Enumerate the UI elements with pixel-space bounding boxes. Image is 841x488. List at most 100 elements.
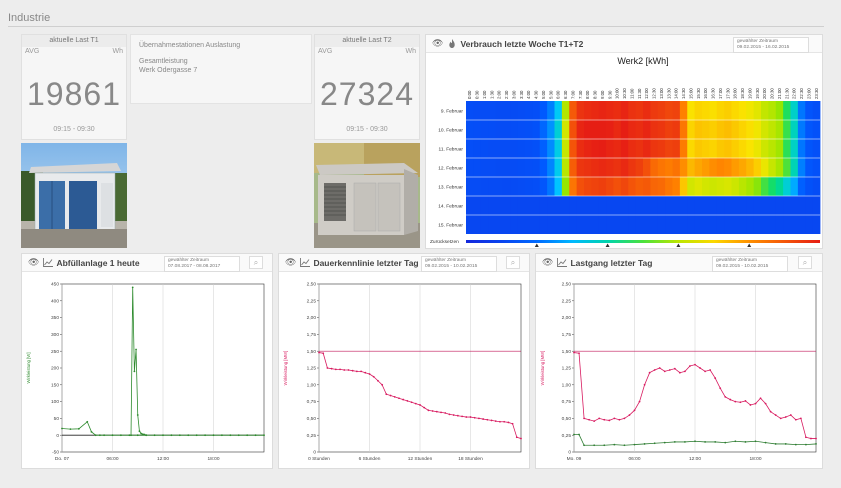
heatmap-cell — [532, 139, 541, 158]
heatmap-cell — [650, 158, 659, 177]
heatmap-cell — [606, 177, 614, 196]
data-point — [389, 394, 392, 397]
data-point — [734, 400, 737, 403]
data-point — [613, 443, 616, 446]
heatmap-cell — [643, 120, 651, 139]
heatmap-cell — [569, 101, 578, 120]
heatmap-cell — [694, 215, 703, 234]
heatmap-cell — [790, 196, 799, 215]
heatmap-cell — [679, 158, 688, 177]
heatmap-cell — [694, 177, 703, 196]
data-point — [368, 373, 371, 375]
heatmap-cell — [569, 120, 578, 139]
heatmap-cell — [502, 177, 511, 196]
data-point — [98, 434, 101, 437]
heatmap-cell — [805, 101, 814, 120]
heatmap-cell — [598, 215, 607, 234]
data-point — [794, 443, 797, 446]
heatmap-cell — [709, 177, 718, 196]
y-tick-label: 450 — [51, 282, 59, 288]
heatmap-x-tick: 3:00 — [511, 90, 516, 99]
date-range-picker[interactable]: gewählter Zeitraum 07.08.2017 - 08.08.20… — [164, 256, 240, 272]
y-tick-label: 1,50 — [562, 349, 572, 355]
page-title: Industrie — [8, 12, 51, 24]
y-tick-label: 300 — [51, 332, 59, 338]
heatmap-cell — [635, 215, 644, 234]
data-point — [789, 414, 792, 416]
heatmap-x-tick: 0:30 — [475, 90, 480, 99]
date-range-picker[interactable]: gewählter Zeitraum 09.02.2015 - 10.02.20… — [421, 256, 497, 272]
heatmap-cell — [584, 215, 592, 234]
data-point — [138, 430, 141, 433]
heatmap-cell — [606, 101, 614, 120]
heatmap-x-tick: 10:30 — [622, 88, 627, 99]
heatmap-cell — [561, 158, 570, 177]
station-info: Übernahmestationen Auslastung Gesamtleis… — [130, 34, 312, 104]
colorbar-reset-link[interactable]: Zurücksetzen — [430, 239, 459, 245]
zoom-icon[interactable]: ⌕ — [249, 256, 263, 269]
x-tick-label: 06:00 — [106, 456, 118, 462]
heatmap-cell — [753, 139, 762, 158]
heatmap-cell — [598, 158, 607, 177]
heatmap-cell — [753, 215, 762, 234]
heatmap-cell — [576, 139, 585, 158]
data-point — [658, 367, 661, 369]
zoom-icon[interactable]: ⌕ — [506, 256, 520, 269]
y-tick-label: 50 — [54, 416, 60, 422]
heatmap-cell — [812, 120, 821, 139]
heatmap-cell — [569, 196, 578, 215]
heatmap-cell — [502, 158, 511, 177]
data-point — [145, 434, 148, 437]
eye-icon[interactable]: 👁 — [432, 38, 443, 49]
heatmap-cell — [554, 215, 563, 234]
heatmap-cell — [731, 158, 740, 177]
data-point — [511, 422, 514, 425]
heatmap-cell — [761, 120, 769, 139]
data-point — [628, 414, 631, 416]
heatmap-cell — [532, 215, 541, 234]
load-profile-panel: 👁 Lastgang letzter Tag gewählter Zeitrau… — [535, 253, 823, 469]
data-point — [673, 441, 676, 443]
data-point — [588, 418, 591, 421]
x-tick-label: Mo. 09 — [567, 456, 582, 462]
heatmap-x-tick: 1:30 — [489, 90, 494, 99]
data-point — [364, 371, 367, 374]
data-point — [339, 368, 341, 371]
duration-curve-panel: 👁 Dauerkennlinie letzter Tag gewählter Z… — [278, 253, 530, 469]
heatmap-cell — [613, 120, 622, 139]
zoom-icon[interactable]: ⌕ — [798, 256, 812, 269]
colorbar-marker — [605, 243, 610, 247]
heatmap-cell — [591, 158, 600, 177]
date-range-picker[interactable]: gewählter Zeitraum 09.02.2015 - 10.02.20… — [712, 256, 788, 272]
x-tick-label: 12 Stunden — [408, 456, 433, 462]
heatmap-cell — [598, 177, 607, 196]
eye-icon[interactable]: 👁 — [285, 257, 296, 268]
data-point — [494, 420, 497, 422]
data-point — [754, 440, 757, 443]
heatmap-cell — [495, 177, 504, 196]
heatmap-cell — [797, 120, 806, 139]
eye-icon[interactable]: 👁 — [28, 257, 39, 268]
x-tick-label: 06:00 — [628, 456, 640, 462]
data-point — [326, 367, 329, 369]
heatmap-cell — [466, 120, 474, 139]
heatmap-cell — [753, 158, 762, 177]
data-point — [507, 421, 510, 424]
heatmap-x-tick: 18:30 — [740, 88, 745, 99]
heatmap-x-tick: 19:30 — [755, 88, 760, 99]
kpi-time: 09:15 - 09:30 — [53, 126, 95, 133]
data-point — [318, 351, 320, 354]
y-axis-label: Wirkleistung [W] — [26, 352, 31, 383]
heatmap-x-tick: 0:00 — [467, 90, 472, 99]
y-tick-label: 2,00 — [307, 315, 317, 321]
date-range-picker[interactable]: gewählter Zeitraum 09.02.2015 - 16.02.20… — [733, 37, 809, 53]
heatmap-y-tick: 11. Februar — [439, 146, 464, 152]
heatmap-cell — [768, 177, 777, 196]
eye-icon[interactable]: 👁 — [542, 257, 553, 268]
range-value: 09.02.2015 - 10.02.2015 — [716, 264, 769, 269]
data-point — [143, 433, 146, 436]
heatmap-cell — [650, 139, 659, 158]
heatmap-cell — [724, 215, 732, 234]
data-point — [744, 441, 747, 443]
data-point — [61, 427, 63, 430]
